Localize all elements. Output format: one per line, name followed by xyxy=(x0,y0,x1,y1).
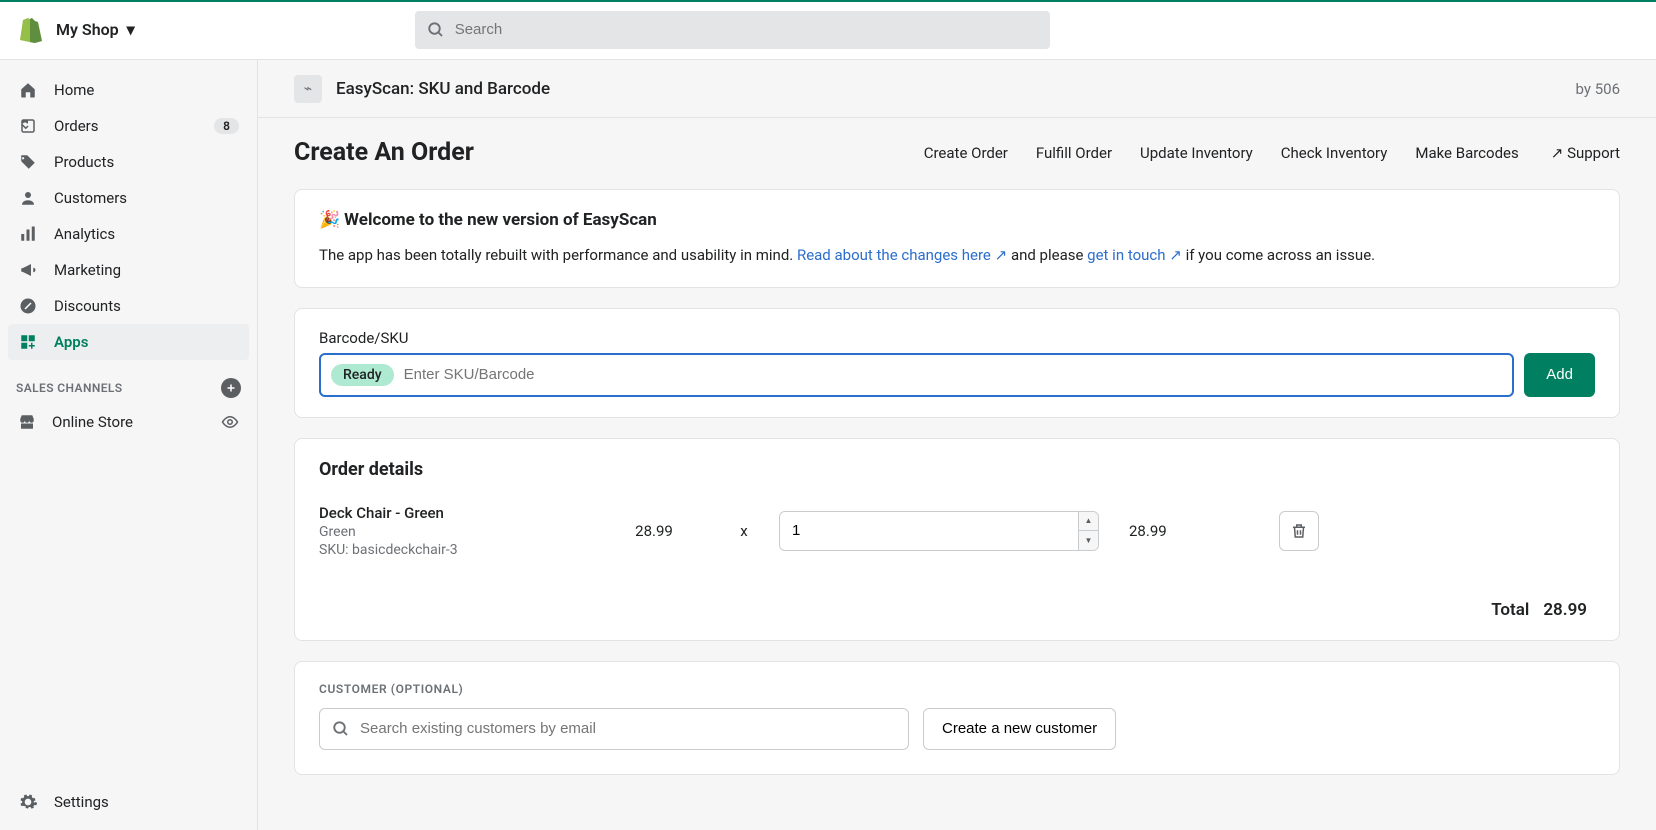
order-line-item: Deck Chair - Green Green SKU: basicdeckc… xyxy=(319,504,1595,558)
search-icon xyxy=(332,720,350,738)
search-icon xyxy=(427,21,445,39)
add-channel-button[interactable] xyxy=(221,378,241,398)
contact-link[interactable]: get in touch ↗ xyxy=(1087,246,1182,264)
marketing-icon xyxy=(18,261,38,279)
sales-channels-header: SALES CHANNELS xyxy=(0,364,257,404)
external-link-icon: ↗ xyxy=(1169,246,1182,264)
tab-support[interactable]: ↗ Support xyxy=(1547,144,1620,162)
app-author: by 506 xyxy=(1576,80,1620,98)
welcome-banner: 🎉 Welcome to the new version of EasyScan… xyxy=(294,189,1620,288)
discounts-icon xyxy=(18,297,38,315)
channel-online-store[interactable]: Online Store xyxy=(0,404,257,440)
page-title: Create An Order xyxy=(294,138,474,167)
sidebar-item-marketing[interactable]: Marketing xyxy=(8,252,249,288)
barcode-card: Barcode/SKU Ready Add xyxy=(294,308,1620,418)
customers-icon xyxy=(18,189,38,207)
section-label: SALES CHANNELS xyxy=(16,381,123,395)
party-icon: 🎉 xyxy=(319,210,340,230)
global-search[interactable] xyxy=(415,11,1050,49)
ready-badge: Ready xyxy=(331,364,394,386)
sidebar-item-home[interactable]: Home xyxy=(8,72,249,108)
sidebar-item-orders[interactable]: Orders 8 xyxy=(8,108,249,144)
page-header: Create An Order Create Order Fulfill Ord… xyxy=(294,138,1620,167)
apps-icon xyxy=(18,333,38,351)
main-content: ⌁ EasyScan: SKU and Barcode by 506 Creat… xyxy=(258,60,1656,830)
sidebar: Home Orders 8 Products Customers Analyti… xyxy=(0,60,258,830)
add-button[interactable]: Add xyxy=(1524,353,1595,397)
sidebar-item-label: Analytics xyxy=(54,225,115,243)
shop-name: My Shop xyxy=(56,20,119,39)
barcode-input-wrapper[interactable]: Ready xyxy=(319,353,1514,397)
total-value: 28.99 xyxy=(1543,600,1587,620)
create-customer-button[interactable]: Create a new customer xyxy=(923,708,1116,750)
search-input[interactable] xyxy=(455,21,1038,38)
unit-price: 28.99 xyxy=(599,522,709,540)
external-link-icon: ↗ xyxy=(1551,144,1564,162)
orders-badge: 8 xyxy=(214,118,239,134)
tab-update-inventory[interactable]: Update Inventory xyxy=(1140,144,1253,162)
product-variant: Green xyxy=(319,524,579,540)
qty-down-button[interactable]: ▼ xyxy=(1079,531,1098,550)
app-tabs: Create Order Fulfill Order Update Invent… xyxy=(924,144,1620,162)
channel-label: Online Store xyxy=(52,413,133,431)
app-icon: ⌁ xyxy=(294,75,322,103)
customer-card: CUSTOMER (OPTIONAL) Create a new custome… xyxy=(294,661,1620,775)
tab-make-barcodes[interactable]: Make Barcodes xyxy=(1415,144,1518,162)
gear-icon xyxy=(18,792,38,812)
delete-line-button[interactable] xyxy=(1279,511,1319,551)
customer-search[interactable] xyxy=(319,708,909,750)
sidebar-item-products[interactable]: Products xyxy=(8,144,249,180)
sidebar-item-label: Apps xyxy=(54,333,88,351)
welcome-body: The app has been totally rebuilt with pe… xyxy=(319,244,1595,267)
product-cell: Deck Chair - Green Green SKU: basicdeckc… xyxy=(319,504,579,558)
analytics-icon xyxy=(18,225,38,243)
changes-link[interactable]: Read about the changes here ↗ xyxy=(797,246,1007,264)
sidebar-item-settings[interactable]: Settings xyxy=(8,782,249,822)
sidebar-item-label: Orders xyxy=(54,117,99,135)
external-link-icon: ↗ xyxy=(995,246,1008,264)
sidebar-item-label: Customers xyxy=(54,189,127,207)
home-icon xyxy=(18,81,38,99)
shopify-logo-icon xyxy=(16,16,44,44)
quantity-input[interactable] xyxy=(780,512,1078,550)
app-title: EasyScan: SKU and Barcode xyxy=(336,79,550,99)
store-icon xyxy=(18,413,36,431)
order-total-row: Total 28.99 xyxy=(319,600,1595,620)
total-label: Total xyxy=(1491,600,1529,620)
qty-up-button[interactable]: ▲ xyxy=(1079,512,1098,532)
top-bar: My Shop ▾ xyxy=(0,0,1656,60)
sidebar-item-label: Discounts xyxy=(54,297,121,315)
welcome-heading: Welcome to the new version of EasyScan xyxy=(344,210,657,230)
orders-icon xyxy=(18,117,38,135)
sidebar-item-label: Products xyxy=(54,153,114,171)
product-sku: SKU: basicdeckchair-3 xyxy=(319,542,579,558)
multiplier: x xyxy=(729,522,759,540)
barcode-label: Barcode/SKU xyxy=(319,329,1595,347)
quantity-stepper[interactable]: ▲ ▼ xyxy=(779,511,1099,551)
tab-create-order[interactable]: Create Order xyxy=(924,144,1008,162)
shop-selector[interactable]: My Shop ▾ xyxy=(56,20,135,39)
order-details-card: Order details Deck Chair - Green Green S… xyxy=(294,438,1620,641)
line-total: 28.99 xyxy=(1119,522,1259,540)
eye-icon[interactable] xyxy=(221,413,239,431)
tab-check-inventory[interactable]: Check Inventory xyxy=(1281,144,1388,162)
chevron-down-icon: ▾ xyxy=(127,20,135,39)
tab-fulfill-order[interactable]: Fulfill Order xyxy=(1036,144,1112,162)
app-header: ⌁ EasyScan: SKU and Barcode by 506 xyxy=(258,60,1656,118)
product-name: Deck Chair - Green xyxy=(319,504,579,522)
sidebar-item-analytics[interactable]: Analytics xyxy=(8,216,249,252)
sidebar-item-label: Home xyxy=(54,81,94,99)
sidebar-item-label: Marketing xyxy=(54,261,121,279)
settings-label: Settings xyxy=(54,793,109,811)
trash-icon xyxy=(1290,522,1308,540)
barcode-input[interactable] xyxy=(404,366,1503,383)
order-heading: Order details xyxy=(319,459,1595,480)
customer-label: CUSTOMER (OPTIONAL) xyxy=(319,682,1595,696)
sidebar-item-apps[interactable]: Apps xyxy=(8,324,249,360)
sidebar-item-customers[interactable]: Customers xyxy=(8,180,249,216)
products-icon xyxy=(18,153,38,171)
sidebar-item-discounts[interactable]: Discounts xyxy=(8,288,249,324)
customer-search-input[interactable] xyxy=(360,720,896,737)
